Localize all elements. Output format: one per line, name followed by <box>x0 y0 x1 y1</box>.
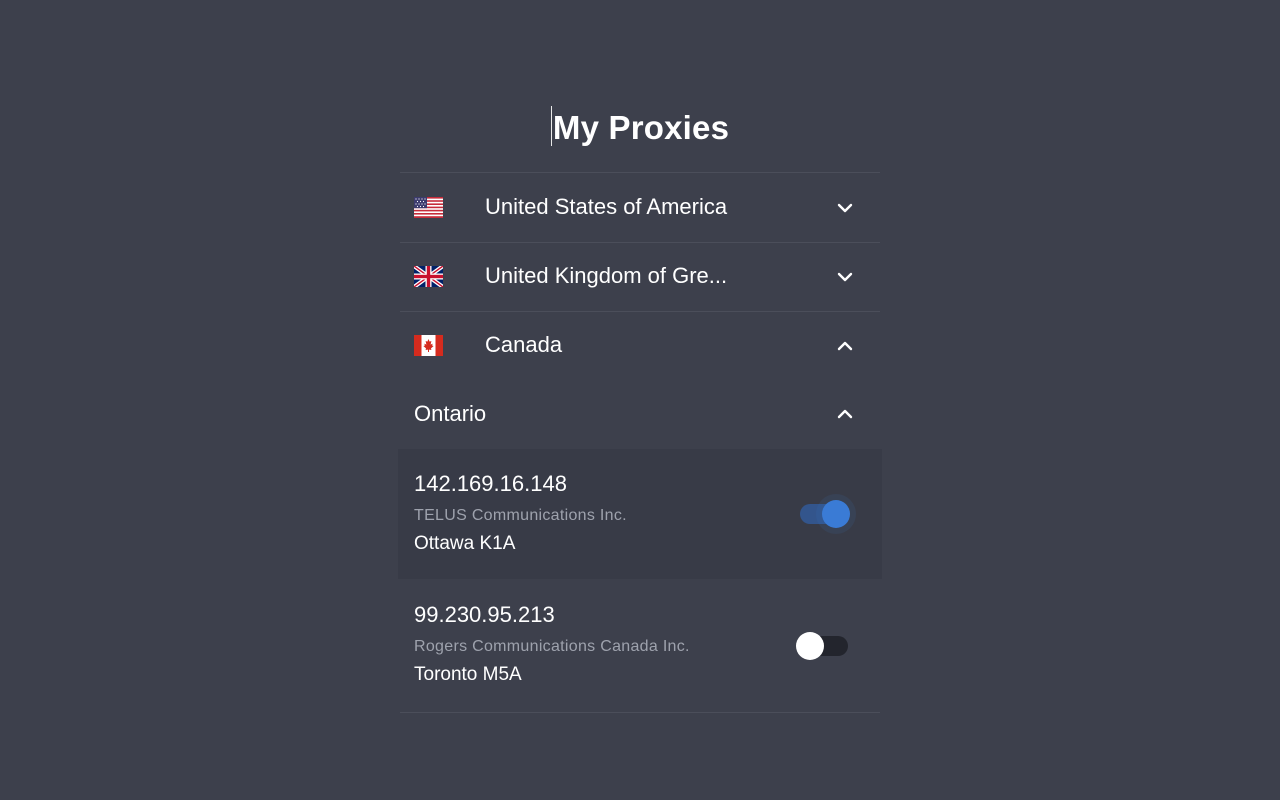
chevron-down-icon[interactable] <box>834 197 856 219</box>
proxy-isp: TELUS Communications Inc. <box>414 507 627 524</box>
proxy-item[interactable]: 99.230.95.213 Rogers Communications Cana… <box>398 580 882 710</box>
proxy-location: Toronto M5A <box>414 664 522 685</box>
country-name: Canada <box>485 332 563 357</box>
proxy-ip: 142.169.16.148 <box>414 471 567 496</box>
chevron-up-icon[interactable] <box>834 403 856 425</box>
proxy-ip: 99.230.95.213 <box>414 602 555 627</box>
uk-flag-icon <box>414 266 443 287</box>
chevron-up-icon[interactable] <box>834 335 856 357</box>
divider <box>400 712 880 713</box>
country-name: United States of America <box>485 194 728 219</box>
region-row-ontario[interactable]: Ontario <box>398 381 882 447</box>
text-cursor <box>550 106 552 146</box>
chevron-down-icon[interactable] <box>834 266 856 288</box>
toggle-knob <box>796 632 824 660</box>
proxy-toggle[interactable] <box>796 626 856 666</box>
country-row-uk[interactable]: United Kingdom of Gre... <box>398 242 882 310</box>
country-row-usa[interactable]: United States of America <box>398 173 882 241</box>
proxy-isp: Rogers Communications Canada Inc. <box>414 638 690 655</box>
proxy-item[interactable]: 142.169.16.148 TELUS Communications Inc.… <box>398 449 882 579</box>
page-header: My Proxies <box>398 106 882 154</box>
proxy-location: Ottawa K1A <box>414 533 516 554</box>
page-title: My Proxies <box>552 109 730 146</box>
us-flag-icon <box>414 197 443 218</box>
toggle-knob <box>822 500 850 528</box>
country-name: United Kingdom of Gre... <box>485 263 728 288</box>
proxy-toggle[interactable] <box>796 494 856 534</box>
canada-flag-icon <box>414 335 443 356</box>
region-name: Ontario <box>414 401 487 426</box>
country-row-canada[interactable]: Canada <box>398 311 882 379</box>
